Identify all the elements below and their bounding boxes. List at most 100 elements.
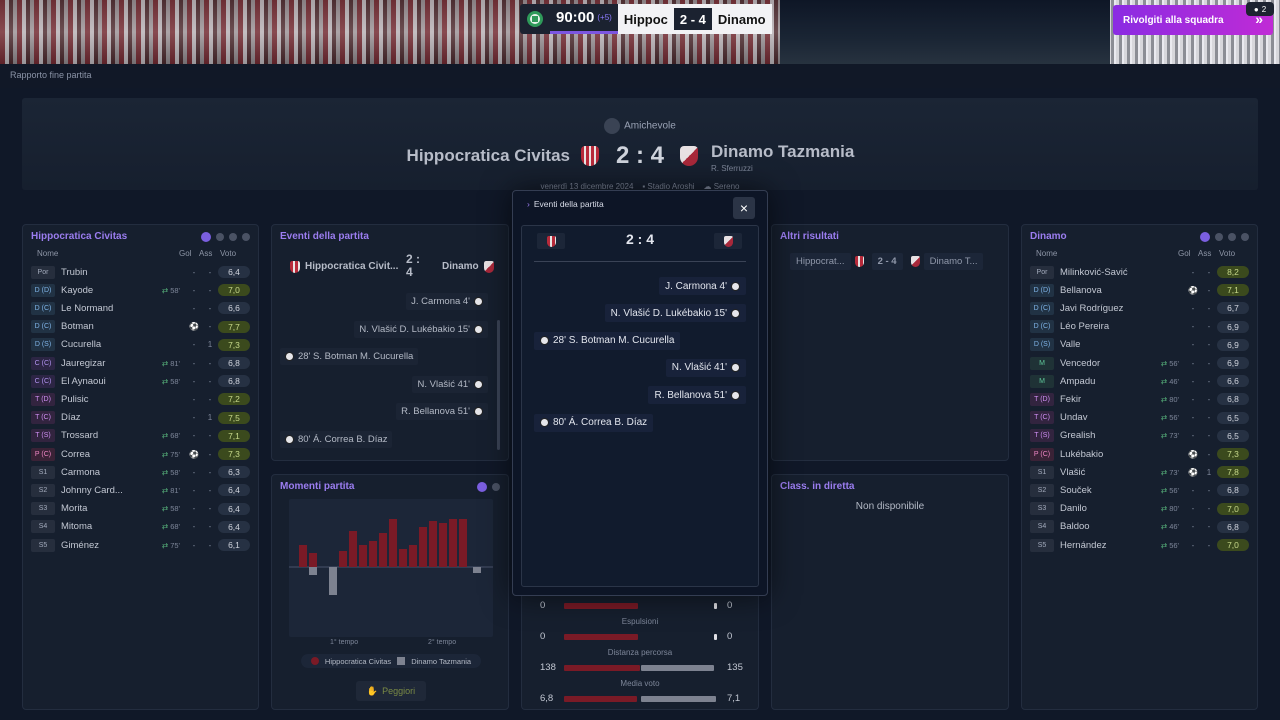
stat-label: Media voto bbox=[620, 679, 660, 688]
player-row[interactable]: D (D) Bellanova ⚽ -7,1 bbox=[1030, 281, 1249, 299]
player-name: Mitoma bbox=[61, 521, 93, 533]
page-dot[interactable] bbox=[242, 233, 250, 241]
event-text: N. Vlašić D. Lukébakio 15' bbox=[610, 307, 727, 319]
player-row[interactable]: S5 Giménez ⇄ 75' - -6,1 bbox=[31, 536, 250, 554]
home-team-name[interactable]: Hippocratica Civitas bbox=[407, 146, 570, 166]
stat-away-bar bbox=[714, 634, 717, 640]
final-score: 2 : 4 bbox=[616, 142, 665, 169]
player-row[interactable]: T (D) Pulisic - -7,2 bbox=[31, 390, 250, 408]
player-name: Léo Pereira bbox=[1060, 321, 1110, 333]
player-row[interactable]: S2 Johnny Card... ⇄ 81' - -6,4 bbox=[31, 481, 250, 499]
worst-moments-button[interactable]: ✋ Peggiori bbox=[356, 681, 426, 701]
page-dot[interactable] bbox=[1215, 233, 1223, 241]
player-row[interactable]: D (C) Léo Pereira - -6,9 bbox=[1030, 318, 1249, 336]
player-row[interactable]: P (C) Lukébakio ⚽ -7,3 bbox=[1030, 445, 1249, 463]
result-row[interactable]: Hippocrat... 2 - 4 Dinamo T... bbox=[790, 251, 988, 271]
player-row[interactable]: S4 Baldoo ⇄ 46' - -6,8 bbox=[1030, 518, 1249, 536]
player-name: Trossard bbox=[61, 430, 99, 442]
player-row[interactable]: D (C) Javi Rodríguez - -6,7 bbox=[1030, 299, 1249, 317]
event-item[interactable]: 28' S. Botman M. Cucurella bbox=[534, 331, 681, 350]
player-name: Johnny Card... bbox=[61, 484, 123, 496]
page-dot[interactable] bbox=[216, 233, 224, 241]
event-text: J. Carmona 4' bbox=[411, 296, 470, 307]
page-dot[interactable] bbox=[1241, 233, 1249, 241]
player-row[interactable]: S1 Carmona ⇄ 58' - -6,3 bbox=[31, 463, 250, 481]
moments-panel: Momenti partita 1° tempo 2° tempo Hippoc… bbox=[271, 474, 509, 710]
player-row[interactable]: S5 Hernández ⇄ 56' - -7,0 bbox=[1030, 536, 1249, 554]
match-events-modal: › Eventi della partita × 2 : 4 J. Carmona… bbox=[512, 190, 768, 596]
page-dot[interactable] bbox=[201, 232, 211, 242]
away-team-name[interactable]: Dinamo Tazmania bbox=[711, 142, 854, 162]
stat-label: Distanza percorsa bbox=[607, 648, 673, 657]
substitution-info: ⇄ 56' bbox=[1139, 413, 1179, 422]
player-row[interactable]: T (C) Díaz - 1 7,5 bbox=[31, 409, 250, 427]
scrollbar[interactable] bbox=[497, 320, 500, 450]
page-dot[interactable] bbox=[477, 482, 487, 492]
event-item[interactable]: J. Carmona 4' bbox=[406, 293, 488, 310]
player-row[interactable]: T (C) Undav ⇄ 56' - -6,5 bbox=[1030, 409, 1249, 427]
player-row[interactable]: Por Milinković-Savić - -8,2 bbox=[1030, 263, 1249, 281]
player-position: T (S) bbox=[31, 429, 55, 443]
player-rating: 6,7 bbox=[1217, 302, 1249, 315]
substitution-minute: 56' bbox=[1169, 358, 1179, 368]
player-row[interactable]: C (C) Jauregizar ⇄ 81' - -6,8 bbox=[31, 354, 250, 372]
player-row[interactable]: C (C) El Aynaoui ⇄ 58' - -6,8 bbox=[31, 372, 250, 390]
player-goals: - bbox=[192, 285, 196, 295]
page-dot[interactable] bbox=[1228, 233, 1236, 241]
player-row[interactable]: S4 Mitoma ⇄ 68' - -6,4 bbox=[31, 518, 250, 536]
player-row[interactable]: D (C) Le Normand - -6,6 bbox=[31, 299, 250, 317]
event-item[interactable]: 80' Á. Correa B. Díaz bbox=[280, 430, 393, 448]
event-item[interactable]: N. Vlašić D. Lukébakio 15' bbox=[604, 304, 746, 323]
player-goals: - bbox=[192, 413, 196, 423]
event-item[interactable]: J. Carmona 4' bbox=[659, 277, 746, 295]
player-position: D (D) bbox=[31, 283, 55, 297]
player-position: S1 bbox=[1030, 465, 1054, 479]
event-item[interactable]: R. Bellanova 51' bbox=[396, 403, 488, 420]
player-rating: 7,8 bbox=[1217, 466, 1249, 479]
player-row[interactable]: M Ampadu ⇄ 46' - -6,6 bbox=[1030, 372, 1249, 390]
close-button[interactable]: × bbox=[733, 197, 755, 219]
player-row[interactable]: T (S) Trossard ⇄ 68' - -7,1 bbox=[31, 427, 250, 445]
player-row[interactable]: P (C) Correa ⇄ 75' ⚽ -7,3 bbox=[31, 445, 250, 463]
substitution-icon: ⇄ bbox=[1160, 376, 1170, 386]
competition-name: Amichevole bbox=[624, 120, 676, 132]
event-item[interactable]: R. Bellanova 51' bbox=[648, 386, 746, 405]
event-item[interactable]: N. Vlašić 41' bbox=[412, 375, 488, 393]
page-dot[interactable] bbox=[229, 233, 237, 241]
event-item[interactable]: 80' Á. Correa B. Díaz bbox=[534, 413, 654, 432]
page-dots[interactable] bbox=[201, 232, 250, 242]
substitution-minute: 58' bbox=[170, 376, 180, 386]
page-dots[interactable] bbox=[1200, 232, 1249, 242]
stat-home-value: 0 bbox=[540, 631, 546, 642]
player-position: P (C) bbox=[1030, 447, 1054, 461]
player-row[interactable]: S1 Vlašić ⇄ 73' ⚽ 1 7,8 bbox=[1030, 463, 1249, 481]
player-assists: - bbox=[1207, 358, 1211, 368]
event-text: R. Bellanova 51' bbox=[401, 406, 470, 417]
player-row[interactable]: D (S) Cucurella - 1 7,3 bbox=[31, 336, 250, 354]
event-item[interactable]: N. Vlašić 41' bbox=[665, 358, 746, 377]
page-dot[interactable] bbox=[492, 483, 500, 491]
player-row[interactable]: Por Trubin - -6,4 bbox=[31, 263, 250, 281]
notification-badge[interactable]: ● 2 bbox=[1246, 2, 1274, 16]
substitution-icon: ⇄ bbox=[161, 540, 171, 550]
player-row[interactable]: S3 Morita ⇄ 58' - -6,4 bbox=[31, 500, 250, 518]
player-position: P (C) bbox=[31, 447, 55, 461]
player-name: Carmona bbox=[61, 466, 101, 478]
page-dots[interactable] bbox=[477, 482, 500, 492]
other-results-panel: Altri risultati Hippocrat... 2 - 4 Dinam… bbox=[771, 224, 1009, 461]
player-row[interactable]: S3 Danilo ⇄ 80' - -7,0 bbox=[1030, 500, 1249, 518]
page-dot[interactable] bbox=[1200, 232, 1210, 242]
live-table-empty: Non disponibile bbox=[855, 501, 925, 512]
event-item[interactable]: 28' S. Botman M. Cucurella bbox=[280, 348, 419, 365]
player-row[interactable]: D (S) Valle - -6,9 bbox=[1030, 336, 1249, 354]
player-row[interactable]: T (S) Grealish ⇄ 73' - -6,5 bbox=[1030, 427, 1249, 445]
player-row[interactable]: M Vencedor ⇄ 56' - -6,9 bbox=[1030, 354, 1249, 372]
player-row[interactable]: S2 Souček ⇄ 56' - -6,8 bbox=[1030, 481, 1249, 499]
back-button-label: Rivolgiti alla squadra bbox=[1123, 14, 1224, 26]
player-row[interactable]: D (C) Botman ⚽ -7,7 bbox=[31, 318, 250, 336]
player-row[interactable]: D (D) Kayode ⇄ 58' - -7,0 bbox=[31, 281, 250, 299]
header-goals: Gol bbox=[1178, 249, 1191, 258]
event-item[interactable]: N. Vlašić D. Lukébakio 15' bbox=[354, 320, 488, 338]
player-row[interactable]: T (D) Fekir ⇄ 80' - -6,8 bbox=[1030, 390, 1249, 408]
player-name: Kayode bbox=[61, 284, 94, 296]
